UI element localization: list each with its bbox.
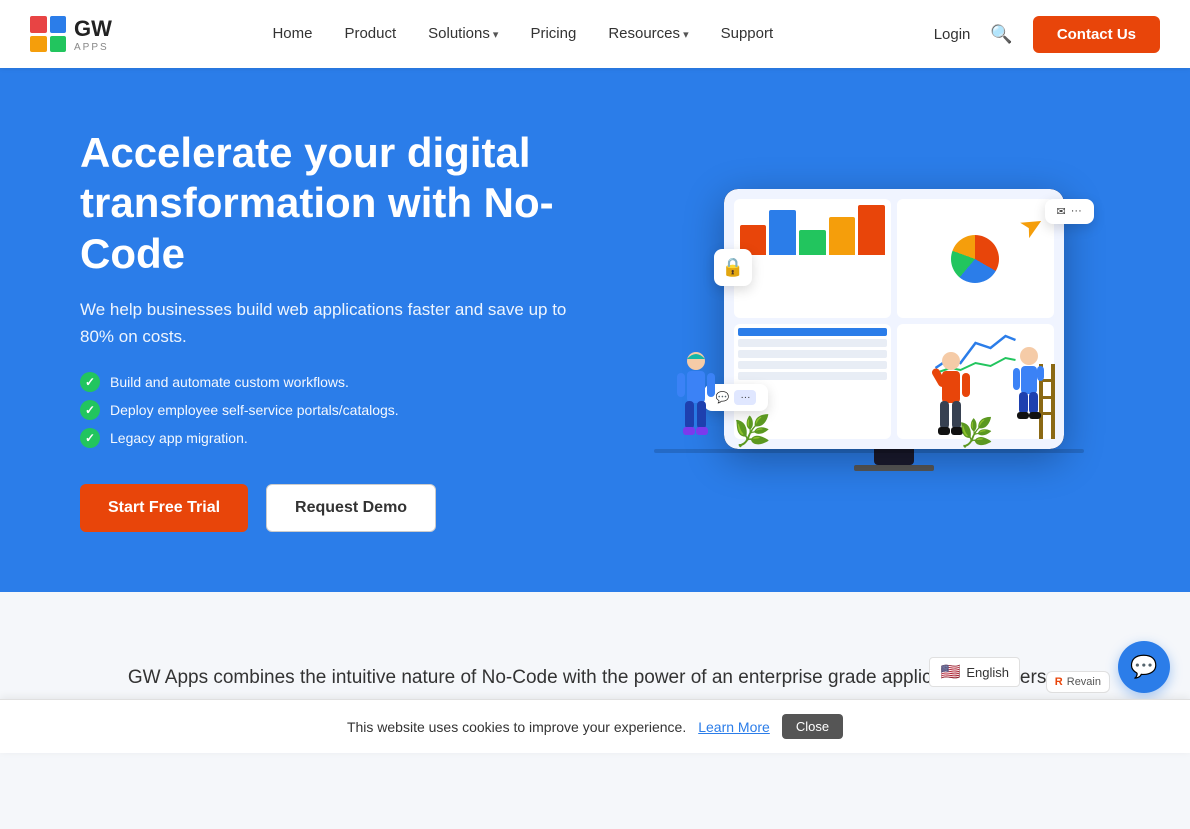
lock-badge: 🔒 [714,249,752,286]
notification-badge: ✉··· [1045,199,1094,224]
feature-item-3: ✓ Legacy app migration. [80,428,658,448]
logo[interactable]: GW APPS [30,16,112,53]
search-icon[interactable]: 🔍 [990,24,1012,45]
cookie-message: This website uses cookies to improve you… [347,719,686,735]
nav-right: Login 🔍 Contact Us [934,16,1160,53]
bar-5 [858,205,885,255]
bar-chart [740,205,885,255]
logo-tile-red [30,16,47,33]
pie-chart [951,235,999,283]
request-demo-button[interactable]: Request Demo [266,484,436,532]
table-row-2 [738,350,887,358]
revain-r-icon: R [1055,676,1063,688]
hero-content: Accelerate your digital transformation w… [80,128,658,532]
language-selector[interactable]: 🇺🇸 English [929,657,1020,687]
chart-box-bars [734,199,891,319]
nav-resources[interactable]: Resources [608,25,688,43]
hero-subtext: We help businesses build web application… [80,297,600,350]
hero-buttons: Start Free Trial Request Demo [80,484,658,532]
logo-tile-blue [50,16,67,33]
cookie-close-button[interactable]: Close [782,714,843,739]
chat-widget[interactable]: 💬 [1118,641,1170,693]
check-icon-1: ✓ [80,372,100,392]
check-icon-3: ✓ [80,428,100,448]
monitor-base [854,465,934,471]
illustration-container: 🔒 ➤ ✉··· 💬··· [724,189,1064,471]
plant-right: 🌿 [959,416,994,449]
nav-support[interactable]: Support [721,25,774,43]
person-figure-3 [1009,344,1059,449]
start-free-trial-button[interactable]: Start Free Trial [80,484,248,532]
nav-solutions[interactable]: Solutions [428,25,498,43]
feature-item-2: ✓ Deploy employee self-service portals/c… [80,400,658,420]
bar-4 [829,217,856,255]
flag-icon: 🇺🇸 [940,662,960,682]
revain-label: Revain [1067,676,1101,688]
table-row-4 [738,372,887,380]
bar-3 [799,230,826,255]
nav-home[interactable]: Home [272,25,312,43]
navbar: GW APPS Home Product Solutions Pricing R… [0,0,1190,68]
logo-tile-yellow [30,36,47,53]
nav-product[interactable]: Product [344,25,396,43]
feature-item-1: ✓ Build and automate custom workflows. [80,372,658,392]
table-header-row [738,328,887,336]
hero-heading: Accelerate your digital transformation w… [80,128,658,279]
feature-list: ✓ Build and automate custom workflows. ✓… [80,372,658,448]
cookie-learn-more[interactable]: Learn More [698,719,770,735]
table-row-3 [738,361,887,369]
bar-2 [769,210,796,255]
hero-section: Accelerate your digital transformation w… [0,68,1190,592]
nav-pricing[interactable]: Pricing [530,25,576,43]
chat-icon: 💬 [1130,654,1157,680]
logo-text: GW APPS [74,16,112,53]
plant-left: 🌿 [734,414,771,449]
person-figure-1 [669,349,724,449]
ground-line [654,449,1084,453]
table-row-1 [738,339,887,347]
logo-tile-green [50,36,67,53]
revain-badge[interactable]: R Revain [1046,671,1110,693]
check-icon-2: ✓ [80,400,100,420]
login-link[interactable]: Login [934,26,971,43]
contact-button[interactable]: Contact Us [1033,16,1160,53]
language-label: English [966,665,1009,680]
nav-links: Home Product Solutions Pricing Resources… [272,25,773,43]
cookie-banner: This website uses cookies to improve you… [0,699,1190,753]
hero-illustration: 🔒 ➤ ✉··· 💬··· [658,140,1131,520]
logo-grid [30,16,66,52]
